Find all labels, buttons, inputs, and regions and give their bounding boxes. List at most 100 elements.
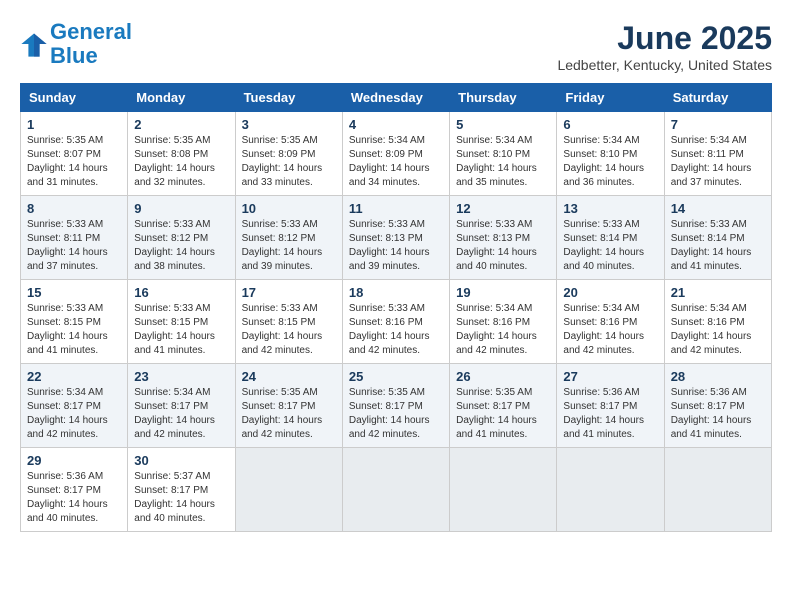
cell-details: Sunrise: 5:34 AM Sunset: 8:16 PM Dayligh…: [456, 302, 550, 358]
title-block: June 2025 Ledbetter, Kentucky, United St…: [557, 20, 772, 73]
cell-details: Sunrise: 5:34 AM Sunset: 8:16 PM Dayligh…: [671, 302, 765, 358]
day-number: 27: [563, 369, 657, 384]
cell-details: Sunrise: 5:35 AM Sunset: 8:08 PM Dayligh…: [134, 134, 228, 190]
cell-details: Sunrise: 5:33 AM Sunset: 8:11 PM Dayligh…: [27, 218, 121, 274]
day-number: 7: [671, 117, 765, 132]
day-number: 5: [456, 117, 550, 132]
calendar-cell: [557, 448, 664, 532]
day-number: 10: [242, 201, 336, 216]
logo-icon: [20, 30, 48, 58]
calendar-cell: 5 Sunrise: 5:34 AM Sunset: 8:10 PM Daylig…: [450, 112, 557, 196]
calendar-cell: 14 Sunrise: 5:33 AM Sunset: 8:14 PM Dayli…: [664, 196, 771, 280]
logo: GeneralBlue: [20, 20, 132, 68]
calendar-cell: 6 Sunrise: 5:34 AM Sunset: 8:10 PM Daylig…: [557, 112, 664, 196]
calendar-table: SundayMondayTuesdayWednesdayThursdayFrid…: [20, 83, 772, 532]
calendar-cell: 19 Sunrise: 5:34 AM Sunset: 8:16 PM Dayli…: [450, 280, 557, 364]
day-number: 30: [134, 453, 228, 468]
calendar-cell: [342, 448, 449, 532]
cell-details: Sunrise: 5:33 AM Sunset: 8:15 PM Dayligh…: [27, 302, 121, 358]
day-number: 1: [27, 117, 121, 132]
day-number: 20: [563, 285, 657, 300]
calendar-cell: 25Sunrise: 5:35 AM Sunset: 8:17 PM Dayli…: [342, 364, 449, 448]
day-number: 19: [456, 285, 550, 300]
calendar-week-row: 22Sunrise: 5:34 AM Sunset: 8:17 PM Dayli…: [21, 364, 772, 448]
calendar-cell: 2 Sunrise: 5:35 AM Sunset: 8:08 PM Daylig…: [128, 112, 235, 196]
cell-details: Sunrise: 5:36 AM Sunset: 8:17 PM Dayligh…: [27, 470, 121, 526]
day-number: 26: [456, 369, 550, 384]
day-number: 16: [134, 285, 228, 300]
cell-details: Sunrise: 5:34 AM Sunset: 8:17 PM Dayligh…: [27, 386, 121, 442]
weekday-header: Saturday: [664, 84, 771, 112]
cell-details: Sunrise: 5:33 AM Sunset: 8:13 PM Dayligh…: [456, 218, 550, 274]
day-number: 8: [27, 201, 121, 216]
day-number: 18: [349, 285, 443, 300]
weekday-header: Wednesday: [342, 84, 449, 112]
day-number: 24: [242, 369, 336, 384]
cell-details: Sunrise: 5:36 AM Sunset: 8:17 PM Dayligh…: [671, 386, 765, 442]
day-number: 12: [456, 201, 550, 216]
calendar-cell: 11 Sunrise: 5:33 AM Sunset: 8:13 PM Dayli…: [342, 196, 449, 280]
day-number: 2: [134, 117, 228, 132]
calendar-cell: 22Sunrise: 5:34 AM Sunset: 8:17 PM Dayli…: [21, 364, 128, 448]
calendar-header-row: SundayMondayTuesdayWednesdayThursdayFrid…: [21, 84, 772, 112]
cell-details: Sunrise: 5:33 AM Sunset: 8:15 PM Dayligh…: [134, 302, 228, 358]
cell-details: Sunrise: 5:37 AM Sunset: 8:17 PM Dayligh…: [134, 470, 228, 526]
calendar-cell: 8 Sunrise: 5:33 AM Sunset: 8:11 PM Daylig…: [21, 196, 128, 280]
day-number: 25: [349, 369, 443, 384]
cell-details: Sunrise: 5:33 AM Sunset: 8:13 PM Dayligh…: [349, 218, 443, 274]
calendar-week-row: 8 Sunrise: 5:33 AM Sunset: 8:11 PM Daylig…: [21, 196, 772, 280]
cell-details: Sunrise: 5:34 AM Sunset: 8:10 PM Dayligh…: [563, 134, 657, 190]
day-number: 29: [27, 453, 121, 468]
calendar-cell: 17 Sunrise: 5:33 AM Sunset: 8:15 PM Dayli…: [235, 280, 342, 364]
calendar-cell: 26Sunrise: 5:35 AM Sunset: 8:17 PM Dayli…: [450, 364, 557, 448]
day-number: 23: [134, 369, 228, 384]
calendar-cell: 10 Sunrise: 5:33 AM Sunset: 8:12 PM Dayli…: [235, 196, 342, 280]
cell-details: Sunrise: 5:33 AM Sunset: 8:16 PM Dayligh…: [349, 302, 443, 358]
calendar-cell: 28 Sunrise: 5:36 AM Sunset: 8:17 PM Dayli…: [664, 364, 771, 448]
day-number: 9: [134, 201, 228, 216]
cell-details: Sunrise: 5:33 AM Sunset: 8:12 PM Dayligh…: [134, 218, 228, 274]
calendar-cell: 1Sunrise: 5:35 AM Sunset: 8:07 PM Daylig…: [21, 112, 128, 196]
weekday-header: Friday: [557, 84, 664, 112]
cell-details: Sunrise: 5:34 AM Sunset: 8:16 PM Dayligh…: [563, 302, 657, 358]
day-number: 15: [27, 285, 121, 300]
calendar-cell: 12 Sunrise: 5:33 AM Sunset: 8:13 PM Dayli…: [450, 196, 557, 280]
day-number: 13: [563, 201, 657, 216]
day-number: 4: [349, 117, 443, 132]
cell-details: Sunrise: 5:33 AM Sunset: 8:14 PM Dayligh…: [563, 218, 657, 274]
month-title: June 2025: [557, 20, 772, 57]
cell-details: Sunrise: 5:34 AM Sunset: 8:10 PM Dayligh…: [456, 134, 550, 190]
day-number: 28: [671, 369, 765, 384]
day-number: 17: [242, 285, 336, 300]
day-number: 21: [671, 285, 765, 300]
calendar-cell: 29 Sunrise: 5:36 AM Sunset: 8:17 PM Dayli…: [21, 448, 128, 532]
logo-text: GeneralBlue: [50, 20, 132, 68]
calendar-cell: 7Sunrise: 5:34 AM Sunset: 8:11 PM Daylig…: [664, 112, 771, 196]
cell-details: Sunrise: 5:34 AM Sunset: 8:09 PM Dayligh…: [349, 134, 443, 190]
weekday-header: Monday: [128, 84, 235, 112]
calendar-cell: 24Sunrise: 5:35 AM Sunset: 8:17 PM Dayli…: [235, 364, 342, 448]
calendar-cell: 21 Sunrise: 5:34 AM Sunset: 8:16 PM Dayli…: [664, 280, 771, 364]
calendar-week-row: 29 Sunrise: 5:36 AM Sunset: 8:17 PM Dayli…: [21, 448, 772, 532]
calendar-cell: [450, 448, 557, 532]
day-number: 11: [349, 201, 443, 216]
weekday-header: Thursday: [450, 84, 557, 112]
calendar-cell: 23Sunrise: 5:34 AM Sunset: 8:17 PM Dayli…: [128, 364, 235, 448]
calendar-cell: 20 Sunrise: 5:34 AM Sunset: 8:16 PM Dayli…: [557, 280, 664, 364]
location: Ledbetter, Kentucky, United States: [557, 57, 772, 73]
cell-details: Sunrise: 5:36 AM Sunset: 8:17 PM Dayligh…: [563, 386, 657, 442]
day-number: 3: [242, 117, 336, 132]
cell-details: Sunrise: 5:33 AM Sunset: 8:15 PM Dayligh…: [242, 302, 336, 358]
day-number: 14: [671, 201, 765, 216]
day-number: 6: [563, 117, 657, 132]
calendar-week-row: 15 Sunrise: 5:33 AM Sunset: 8:15 PM Dayli…: [21, 280, 772, 364]
cell-details: Sunrise: 5:33 AM Sunset: 8:14 PM Dayligh…: [671, 218, 765, 274]
weekday-header: Tuesday: [235, 84, 342, 112]
calendar-cell: 18 Sunrise: 5:33 AM Sunset: 8:16 PM Dayli…: [342, 280, 449, 364]
calendar-cell: 3Sunrise: 5:35 AM Sunset: 8:09 PM Daylig…: [235, 112, 342, 196]
calendar-cell: 4 Sunrise: 5:34 AM Sunset: 8:09 PM Daylig…: [342, 112, 449, 196]
calendar-cell: [664, 448, 771, 532]
page-header: GeneralBlue June 2025 Ledbetter, Kentuck…: [20, 20, 772, 73]
cell-details: Sunrise: 5:33 AM Sunset: 8:12 PM Dayligh…: [242, 218, 336, 274]
calendar-cell: 27 Sunrise: 5:36 AM Sunset: 8:17 PM Dayli…: [557, 364, 664, 448]
